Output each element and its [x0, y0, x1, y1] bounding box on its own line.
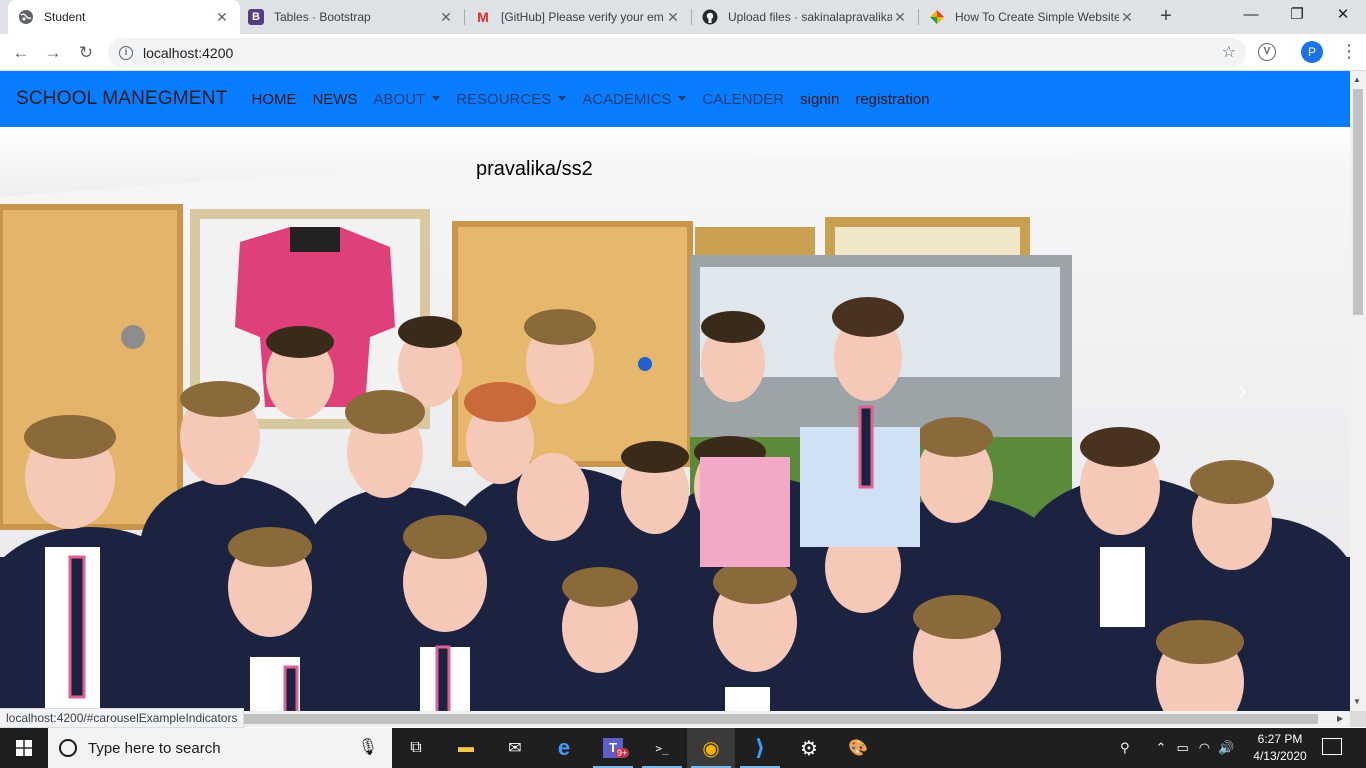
browser-tab-strip: Student ✕ B Tables · Bootstrap ✕ M [GitH… [0, 0, 1366, 34]
nav-news[interactable]: NEWS [313, 91, 358, 108]
task-view-icon[interactable]: ⧉ [392, 728, 440, 768]
new-tab-button[interactable]: + [1154, 5, 1178, 29]
clock-date: 4/13/2020 [1253, 749, 1307, 763]
teams-button[interactable]: T 9+ [589, 728, 637, 768]
cortana-icon [59, 739, 77, 757]
gmail-icon: M [477, 9, 489, 25]
vscode-icon[interactable]: ⟩ [736, 728, 784, 768]
site-info-icon[interactable]: i [119, 45, 133, 60]
taskbar-search[interactable]: Type here to search 🎙 [48, 728, 392, 768]
tab-simple-website[interactable]: How To Create Simple Website ✕ [919, 0, 1145, 34]
minimize-button[interactable]: — [1228, 0, 1274, 30]
caret-down-icon [432, 95, 441, 101]
github-icon [702, 9, 718, 25]
tab-github-verify[interactable]: M [GitHub] Please verify your em ✕ [465, 0, 691, 34]
windows-logo-icon [16, 740, 32, 756]
paint-icon[interactable]: 🎨 [834, 728, 882, 768]
scroll-right-icon[interactable]: ▶ [1337, 714, 1343, 723]
volume-icon[interactable]: 🔊 [1218, 740, 1234, 756]
action-center-icon[interactable] [1322, 738, 1342, 755]
browser-toolbar: ← → ↻ i localhost:4200 ☆ [0, 34, 1366, 71]
profile-avatar[interactable]: P [1301, 41, 1323, 63]
colorful-icon [929, 9, 945, 25]
scroll-up-icon[interactable]: ▲ [1353, 75, 1361, 84]
tab-title: Tables · Bootstrap [274, 10, 371, 24]
clock-time: 6:27 PM [1257, 732, 1303, 746]
bookmark-star-icon[interactable]: ☆ [1222, 42, 1236, 62]
close-tab-icon[interactable]: ✕ [214, 9, 230, 26]
reload-icon[interactable]: ↻ [72, 39, 100, 67]
nav-signin[interactable]: signin [800, 91, 839, 108]
close-tab-icon[interactable]: ✕ [1119, 9, 1135, 26]
vertical-scroll-thumb[interactable] [1353, 89, 1363, 315]
address-url[interactable]: localhost:4200 [143, 45, 233, 61]
microphone-icon[interactable]: 🎙 [358, 737, 378, 757]
nav-registration[interactable]: registration [855, 91, 929, 108]
battery-icon[interactable]: ▭ [1176, 740, 1188, 756]
mail-icon[interactable]: ✉ [491, 728, 539, 768]
nav-home[interactable]: HOME [252, 91, 297, 108]
bootstrap-icon: B [248, 9, 264, 25]
chrome-icon[interactable]: ◉ [687, 728, 735, 768]
edge-icon[interactable]: e [540, 728, 588, 768]
windows-taskbar: Type here to search 🎙 ⧉ ▬ ✉ e T 9+ >_ ◉ … [0, 728, 1366, 768]
vertical-scrollbar[interactable]: ▲ ▼ [1350, 71, 1366, 711]
tab-title: Student [44, 10, 86, 24]
nav-academics[interactable]: ACADEMICS [582, 90, 687, 108]
scrollbar-corner [1350, 711, 1366, 727]
address-bar[interactable]: i localhost:4200 ☆ [108, 38, 1246, 67]
close-window-button[interactable]: ✕ [1320, 0, 1366, 30]
file-explorer-icon[interactable]: ▬ [442, 728, 490, 768]
nav-about[interactable]: ABOUT [374, 91, 441, 108]
carousel[interactable]: pravalika/ss2 › [0, 127, 1350, 711]
nav-calender[interactable]: CALENDER [702, 91, 784, 108]
settings-icon[interactable]: ⚙ [785, 728, 833, 768]
tab-title: Upload files · sakinalapravalika [728, 10, 892, 24]
tab-upload-files[interactable]: Upload files · sakinalapravalika ✕ [692, 0, 918, 34]
close-tab-icon[interactable]: ✕ [438, 9, 454, 26]
back-arrow-icon[interactable]: ← [7, 39, 35, 67]
tab-title: How To Create Simple Website [955, 10, 1119, 24]
people-icon[interactable]: ⚲ [1120, 740, 1130, 756]
scroll-down-icon[interactable]: ▼ [1353, 697, 1361, 706]
tab-title: [GitHub] Please verify your em [501, 10, 664, 24]
caret-down-icon [558, 95, 567, 101]
tab-tables-bootstrap[interactable]: B Tables · Bootstrap ✕ [238, 0, 464, 34]
nav-academics-label: ACADEMICS [582, 90, 672, 108]
maximize-button[interactable]: ❐ [1274, 0, 1320, 30]
tab-student[interactable]: Student ✕ [8, 0, 240, 34]
forward-arrow-icon[interactable]: → [39, 39, 67, 67]
notification-badge: 9+ [615, 748, 630, 758]
carousel-photo [0, 127, 1350, 711]
carousel-caption: pravalika/ss2 [476, 158, 593, 180]
page-viewport: SCHOOL MANEGMENT HOME NEWS ABOUT RESOURC… [0, 71, 1350, 711]
carousel-next-icon[interactable]: › [1238, 375, 1247, 406]
link-status-bubble: localhost:4200/#carouselExampleIndicator… [0, 708, 245, 728]
site-brand[interactable]: SCHOOL MANEGMENT [16, 88, 228, 110]
globe-icon [18, 9, 34, 25]
terminal-icon[interactable]: >_ [638, 728, 686, 768]
search-placeholder: Type here to search [88, 739, 221, 757]
start-button[interactable] [0, 728, 48, 768]
wifi-icon[interactable]: ◠ [1199, 740, 1210, 756]
browser-menu-icon[interactable]: ⋮ [1340, 38, 1358, 64]
extension-icon[interactable]: V [1258, 43, 1276, 61]
caret-down-icon [678, 95, 687, 101]
close-tab-icon[interactable]: ✕ [665, 9, 681, 26]
site-navbar: SCHOOL MANEGMENT HOME NEWS ABOUT RESOURC… [0, 71, 1350, 127]
nav-about-label: ABOUT [373, 90, 426, 108]
nav-resources[interactable]: RESOURCES [456, 90, 567, 108]
show-hidden-icons-chevron-icon[interactable]: ⌃ [1156, 740, 1167, 756]
system-tray: ⚲ ⌃ ▭ ◠ 🔊 [1120, 728, 1234, 768]
taskbar-clock[interactable]: 6:27 PM 4/13/2020 [1240, 731, 1320, 765]
nav-resources-label: RESOURCES [456, 90, 552, 108]
close-tab-icon[interactable]: ✕ [892, 9, 908, 26]
